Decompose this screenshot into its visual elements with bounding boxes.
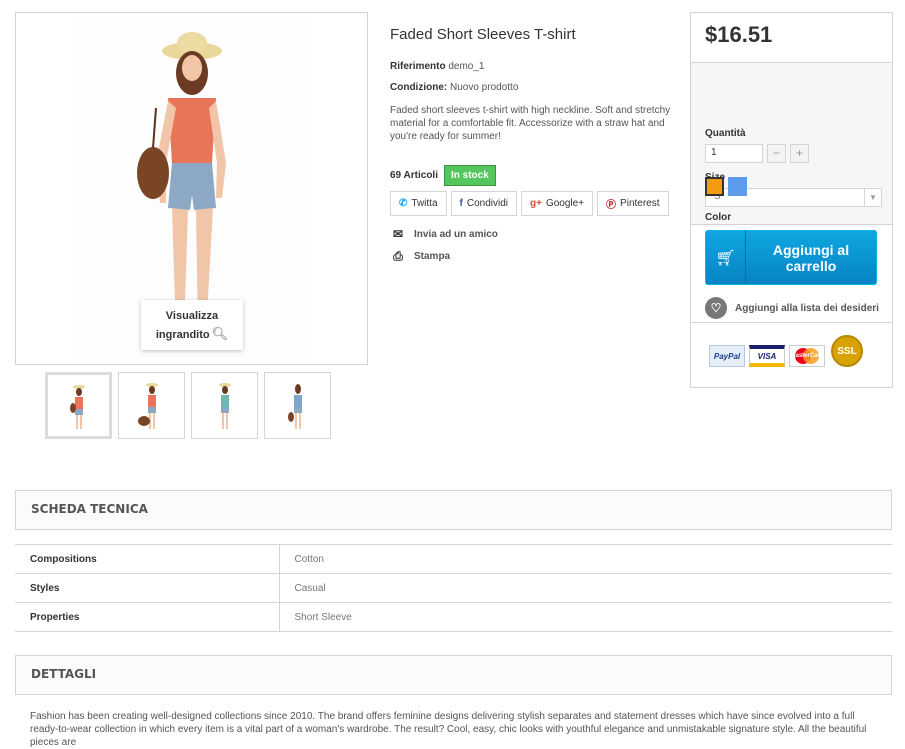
- mastercard-logo: MasterCard: [789, 345, 825, 367]
- price-box: $16.51: [691, 13, 892, 63]
- product-condition: Condizione: Nuovo prodotto: [390, 82, 518, 93]
- thumbnail-4[interactable]: [264, 372, 331, 439]
- cart-icon: 🛒︎: [706, 231, 746, 284]
- quantity-label: Quantità: [705, 128, 746, 139]
- table-row: Compositions Cotton: [15, 544, 892, 574]
- thumbnail-model-icon: [70, 385, 85, 429]
- thumbnail-model-icon: [288, 384, 302, 429]
- thumbnail-1[interactable]: [45, 372, 112, 439]
- zoom-label-line2: ingrandito: [155, 329, 210, 341]
- cart-area: 🛒︎ Aggiungi al carrello ♡ Aggiungi alla …: [691, 225, 892, 323]
- print-link[interactable]: ⎙ Stampa: [390, 249, 450, 264]
- zoom-label-line1: Visualizza: [165, 310, 219, 322]
- details-heading: Dettagli: [15, 655, 892, 695]
- heart-icon: ♡: [705, 297, 727, 319]
- tech-sheet-table: Compositions Cotton Styles Casual Proper…: [15, 544, 892, 632]
- product-main-image[interactable]: Visualizza ingrandito 🔍︎: [15, 12, 368, 365]
- chevron-down-icon: ▼: [864, 189, 881, 206]
- facebook-icon: f: [459, 198, 463, 209]
- quantity-input[interactable]: 1: [705, 144, 763, 163]
- envelope-icon: ✉: [392, 227, 404, 241]
- product-options: Quantità 1 − + Size S ▼ Color: [691, 63, 892, 225]
- add-to-wishlist-link[interactable]: ♡ Aggiungi alla lista dei desideri: [705, 297, 879, 319]
- feature-key: Properties: [15, 602, 280, 632]
- thumbnail-2[interactable]: [118, 372, 185, 439]
- add-to-cart-button[interactable]: 🛒︎ Aggiungi al carrello: [705, 230, 877, 285]
- payment-logos: PayPal VISA MasterCard SSL: [691, 323, 892, 383]
- product-reference: Riferimento demo_1: [390, 61, 484, 72]
- reference-label: Riferimento: [390, 61, 446, 72]
- quantity-increase-button[interactable]: +: [790, 144, 809, 163]
- feature-value: Short Sleeve: [279, 602, 892, 632]
- feature-value: Casual: [279, 573, 892, 603]
- feature-key: Compositions: [15, 544, 280, 574]
- color-swatch-blue[interactable]: [728, 177, 747, 196]
- stock-count: 69 Articoli: [390, 170, 438, 181]
- twitter-label: Twitta: [411, 198, 438, 209]
- buy-box: $16.51 Quantità 1 − + Size S ▼ Color 🛒︎ …: [690, 12, 893, 388]
- twitter-button[interactable]: ✆ Twitta: [390, 191, 447, 216]
- stock-info: 69 Articoli In stock: [390, 165, 496, 186]
- social-share-buttons: ✆ Twitta f Condividi g+ Google+ Ⓟ Pinter…: [390, 191, 669, 216]
- zoom-button[interactable]: Visualizza ingrandito 🔍︎: [141, 300, 243, 350]
- ssl-badge: SSL: [831, 335, 863, 367]
- table-row: Properties Short Sleeve: [15, 602, 892, 632]
- print-label: Stampa: [414, 251, 451, 262]
- printer-icon: ⎙: [393, 249, 403, 263]
- thumbnail-model-icon: [219, 383, 231, 429]
- mastercard-text: MasterCard: [790, 353, 824, 359]
- visa-logo: VISA: [749, 345, 785, 367]
- product-price: $16.51: [705, 22, 773, 47]
- quantity-decrease-button[interactable]: −: [767, 144, 786, 163]
- google-plus-button[interactable]: g+ Google+: [521, 191, 594, 216]
- google-plus-label: Google+: [545, 198, 585, 209]
- paypal-logo: PayPal: [709, 345, 745, 367]
- google-plus-icon: g+: [530, 198, 542, 209]
- send-to-friend-link[interactable]: ✉ Invia ad un amico: [390, 227, 498, 241]
- thumbnail-model-icon: [138, 383, 158, 429]
- facebook-label: Condividi: [466, 198, 508, 209]
- details-text: Fashion has been creating well-designed …: [30, 711, 867, 748]
- plus-icon: +: [795, 146, 803, 160]
- add-to-cart-label: Aggiungi al carrello: [772, 241, 850, 274]
- wishlist-label: Aggiungi alla lista dei desideri: [735, 302, 879, 314]
- table-row: Styles Casual: [15, 573, 892, 603]
- stock-status-badge: In stock: [443, 165, 496, 186]
- pinterest-icon: Ⓟ: [606, 200, 617, 211]
- feature-key: Styles: [15, 573, 280, 603]
- color-swatch-orange[interactable]: [705, 177, 724, 196]
- reference-value: demo_1: [448, 61, 485, 72]
- product-title: Faded Short Sleeves T-shirt: [390, 26, 576, 43]
- facebook-button[interactable]: f Condividi: [450, 191, 517, 216]
- product-description: Faded short sleeves t-shirt with high ne…: [390, 105, 671, 142]
- tech-sheet-heading: Scheda tecnica: [15, 490, 892, 530]
- send-friend-label: Invia ad un amico: [414, 228, 498, 240]
- pinterest-label: Pinterest: [620, 198, 660, 209]
- magnifier-icon: 🔍︎: [211, 326, 229, 341]
- pinterest-button[interactable]: Ⓟ Pinterest: [597, 191, 669, 216]
- condition-value: Nuovo prodotto: [450, 82, 519, 93]
- feature-value: Cotton: [279, 544, 892, 574]
- minus-icon: −: [772, 146, 780, 160]
- thumbnail-3[interactable]: [191, 372, 258, 439]
- condition-label: Condizione:: [390, 82, 448, 93]
- twitter-icon: ✆: [399, 198, 408, 209]
- color-label: Color: [705, 212, 732, 223]
